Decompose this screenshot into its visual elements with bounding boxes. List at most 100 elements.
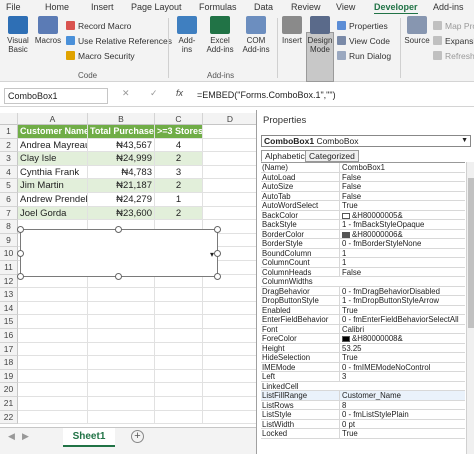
- grid-cell[interactable]: [88, 288, 155, 302]
- grid-cell[interactable]: [155, 369, 203, 384]
- add-ins-button[interactable]: Add- ins: [173, 16, 201, 54]
- table-cell[interactable]: 2: [155, 152, 203, 166]
- property-row[interactable]: AutoLoad False: [261, 172, 465, 182]
- grid-cell[interactable]: [155, 288, 203, 302]
- object-selector[interactable]: ComboBox1 ComboBox ▼: [261, 135, 471, 147]
- property-value[interactable]: 1: [339, 248, 465, 258]
- grid-cell[interactable]: [203, 369, 258, 384]
- grid-cell[interactable]: [203, 206, 258, 221]
- property-row[interactable]: HideSelection True: [261, 353, 465, 363]
- property-value[interactable]: Customer_Name: [339, 391, 465, 400]
- macros-button[interactable]: Macros: [34, 16, 62, 45]
- scroll-left-icon[interactable]: ◀: [8, 431, 15, 442]
- table-cell[interactable]: ₦23,600: [88, 206, 155, 221]
- tab-alphabetic[interactable]: Alphabetic: [261, 150, 309, 162]
- table-cell[interactable]: Clay Isle: [18, 152, 88, 166]
- property-value[interactable]: 53.25: [339, 343, 465, 353]
- property-row[interactable]: BackColor &H80000005&: [261, 210, 465, 220]
- property-list[interactable]: (Name) ComboBox1 AutoLoad False AutoSize Fals…: [261, 162, 465, 454]
- select-all-corner[interactable]: [0, 113, 18, 125]
- property-row[interactable]: EnterFieldBehavior 0 - fmEnterFieldBehavi…: [261, 315, 465, 325]
- view-code-button[interactable]: View Code: [337, 35, 390, 47]
- grid-cell[interactable]: [203, 315, 258, 329]
- row-header[interactable]: 14: [0, 301, 18, 316]
- tab-page-layout[interactable]: Page Layout: [131, 2, 182, 12]
- grid-cell[interactable]: [88, 410, 155, 425]
- grid-cell[interactable]: [203, 193, 258, 207]
- row-header[interactable]: 2: [0, 138, 18, 153]
- grid-cell[interactable]: [88, 329, 155, 343]
- property-value[interactable]: 1 - fmBackStyleOpaque: [339, 220, 465, 229]
- use-relative-references-button[interactable]: Use Relative References: [66, 35, 172, 47]
- table-cell[interactable]: ₦24,999: [88, 152, 155, 166]
- run-dialog-button[interactable]: Run Dialog: [337, 50, 391, 62]
- property-row[interactable]: BoundColumn 1: [261, 248, 465, 258]
- table-cell[interactable]: Cynthia Frank: [18, 165, 88, 180]
- property-row[interactable]: DropButtonStyle 1 - fmDropButtonStyleArro…: [261, 296, 465, 306]
- row-header[interactable]: 11: [0, 261, 18, 275]
- row-header[interactable]: 5: [0, 179, 18, 193]
- grid-cell[interactable]: [155, 301, 203, 316]
- property-row[interactable]: IMEMode 0 - fmIMEModeNoControl: [261, 362, 465, 372]
- property-row[interactable]: BorderColor &H80000006&: [261, 229, 465, 239]
- grid-cell[interactable]: [203, 165, 258, 180]
- table-cell[interactable]: Joel Gorda: [18, 206, 88, 221]
- chevron-down-icon[interactable]: ▼: [461, 136, 468, 146]
- property-value[interactable]: True: [339, 429, 465, 438]
- property-row[interactable]: Height 53.25: [261, 343, 465, 353]
- grid-cell[interactable]: [88, 301, 155, 316]
- grid-cell[interactable]: [18, 301, 88, 316]
- row-header[interactable]: 12: [0, 274, 18, 289]
- grid-cell[interactable]: [203, 288, 258, 302]
- name-box[interactable]: ComboBox1: [4, 88, 108, 104]
- tab-categorized[interactable]: Categorized: [305, 150, 359, 162]
- grid-cell[interactable]: [155, 329, 203, 343]
- grid-cell[interactable]: [203, 138, 258, 153]
- tab-file[interactable]: File: [6, 2, 21, 12]
- property-value[interactable]: 0 - fmDragBehaviorDisabled: [339, 286, 465, 296]
- table-cell[interactable]: 3: [155, 165, 203, 180]
- grid-cell[interactable]: [203, 179, 258, 193]
- property-value[interactable]: 0 - fmEnterFieldBehaviorSelectAll: [339, 315, 465, 324]
- column-header-d[interactable]: D: [203, 113, 258, 125]
- table-cell[interactable]: 2: [155, 206, 203, 221]
- grid-cell[interactable]: [88, 397, 155, 411]
- column-header-c[interactable]: C: [155, 113, 203, 125]
- table-cell[interactable]: ₦4,783: [88, 165, 155, 180]
- table-cell[interactable]: Jim Martin: [18, 179, 88, 193]
- property-value[interactable]: False: [339, 191, 465, 201]
- property-value[interactable]: 0 - fmBorderStyleNone: [339, 239, 465, 248]
- map-properties-button[interactable]: Map Prop: [433, 20, 474, 32]
- grid-cell[interactable]: [88, 383, 155, 397]
- grid-cell[interactable]: [155, 383, 203, 397]
- insert-function-icon[interactable]: fx: [176, 88, 183, 98]
- tab-data[interactable]: Data: [254, 2, 273, 12]
- tab-home[interactable]: Home: [45, 2, 69, 12]
- table-cell[interactable]: Andrea Mayreau: [18, 138, 88, 153]
- property-value[interactable]: False: [339, 267, 465, 277]
- grid-cell[interactable]: [88, 356, 155, 370]
- property-row[interactable]: Font Calibri: [261, 324, 465, 334]
- property-row[interactable]: LinkedCell: [261, 382, 465, 391]
- grid-cell[interactable]: [18, 288, 88, 302]
- property-value[interactable]: 0 - fmIMEModeNoControl: [339, 362, 465, 372]
- property-row[interactable]: Locked True: [261, 429, 465, 439]
- resize-handle[interactable]: [17, 250, 24, 257]
- tab-formulas[interactable]: Formulas: [199, 2, 237, 12]
- row-header[interactable]: 15: [0, 315, 18, 329]
- grid-cell[interactable]: [203, 356, 258, 370]
- property-row[interactable]: BorderStyle 0 - fmBorderStyleNone: [261, 239, 465, 249]
- row-header[interactable]: 10: [0, 247, 18, 261]
- property-row[interactable]: ListFillRange Customer_Name: [261, 391, 465, 401]
- table-cell[interactable]: ₦24,279: [88, 193, 155, 207]
- grid-cell[interactable]: [155, 342, 203, 357]
- grid-cell[interactable]: [155, 356, 203, 370]
- grid-cell[interactable]: [18, 369, 88, 384]
- resize-handle[interactable]: [214, 273, 221, 280]
- visual-basic-button[interactable]: Visual Basic: [4, 16, 32, 54]
- resize-handle[interactable]: [17, 273, 24, 280]
- row-header[interactable]: 4: [0, 165, 18, 180]
- add-sheet-button[interactable]: +: [131, 430, 144, 443]
- resize-handle[interactable]: [214, 250, 221, 257]
- record-macro-button[interactable]: Record Macro: [66, 20, 131, 32]
